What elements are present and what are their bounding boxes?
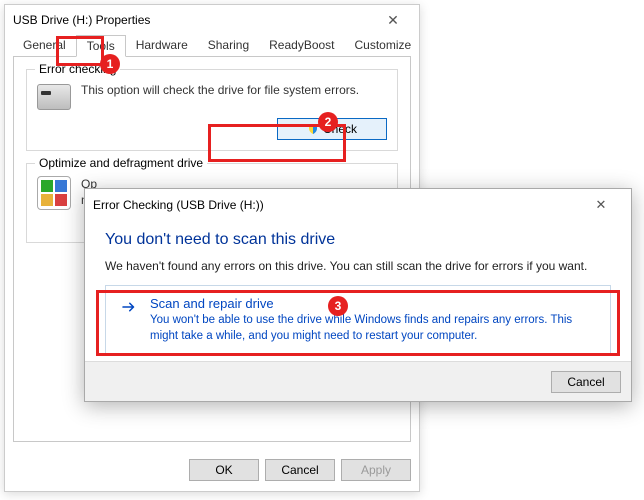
ok-button[interactable]: OK — [189, 459, 259, 481]
dialog-close-icon[interactable]: ✕ — [579, 192, 623, 218]
apply-button[interactable]: Apply — [341, 459, 411, 481]
tab-hardware[interactable]: Hardware — [126, 35, 198, 57]
annotation-badge-1: 1 — [100, 54, 120, 74]
dialog-title: Error Checking (USB Drive (H:)) — [93, 198, 579, 212]
tab-sharing[interactable]: Sharing — [198, 35, 259, 57]
dialog-footer: Cancel — [85, 361, 631, 401]
window-title: USB Drive (H:) Properties — [13, 13, 375, 27]
dialog-subtext: We haven't found any errors on this driv… — [105, 259, 611, 273]
error-checking-group: Error checking This option will check th… — [26, 69, 398, 151]
shield-icon — [307, 122, 319, 136]
tab-general[interactable]: General — [13, 35, 76, 57]
arrow-right-icon — [120, 298, 138, 316]
defrag-icon — [37, 176, 71, 210]
dialog-cancel-button[interactable]: Cancel — [551, 371, 621, 393]
drive-icon — [37, 84, 71, 110]
optimize-legend: Optimize and defragment drive — [35, 156, 207, 170]
properties-buttons: OK Cancel Apply — [5, 459, 419, 481]
scan-title: Scan and repair drive — [150, 296, 598, 311]
annotation-badge-2: 2 — [318, 112, 338, 132]
error-checking-text: This option will check the drive for fil… — [81, 82, 387, 110]
annotation-badge-3: 3 — [328, 296, 348, 316]
tab-readyboost[interactable]: ReadyBoost — [259, 35, 344, 57]
dialog-heading: You don't need to scan this drive — [105, 231, 611, 249]
scan-description: You won't be able to use the drive while… — [150, 313, 598, 344]
error-checking-dialog: Error Checking (USB Drive (H:)) ✕ You do… — [84, 188, 632, 402]
tabs: General Tools Hardware Sharing ReadyBoos… — [13, 35, 411, 57]
tab-customize[interactable]: Customize — [345, 35, 422, 57]
scan-repair-option[interactable]: Scan and repair drive You won't be able … — [105, 285, 611, 355]
titlebar: USB Drive (H:) Properties ✕ — [5, 5, 419, 35]
tab-tools[interactable]: Tools — [76, 35, 126, 57]
close-icon[interactable]: ✕ — [375, 9, 411, 31]
cancel-button[interactable]: Cancel — [265, 459, 335, 481]
